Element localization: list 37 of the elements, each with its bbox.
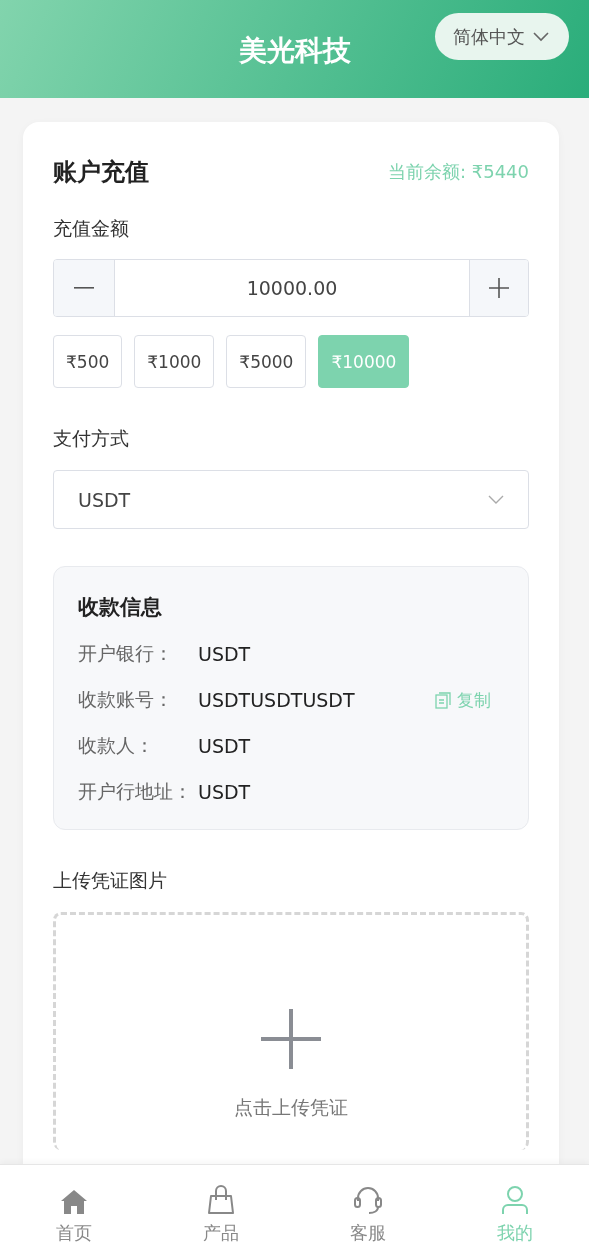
plus-icon [489, 278, 509, 298]
payment-select[interactable]: USDT [53, 470, 529, 529]
upload-area[interactable]: 点击上传凭证 [53, 912, 529, 1150]
field-label: 充值金额 [53, 216, 130, 241]
user-icon [501, 1185, 530, 1215]
plus-icon [261, 1009, 321, 1069]
minus-icon [74, 287, 94, 289]
headset-icon [353, 1185, 384, 1215]
info-label: 收款账号： [78, 687, 174, 712]
info-label: 开户银行： [78, 641, 174, 666]
field-label: 上传凭证图片 [53, 868, 168, 893]
language-selector[interactable]: 简体中文 [435, 13, 569, 60]
amount-field[interactable]: 10000.00 [53, 259, 529, 317]
amount-preset[interactable]: ₹5000 [226, 335, 307, 388]
upload-hint: 点击上传凭证 [234, 1095, 348, 1120]
nav-tab[interactable]: 产品 [147, 1165, 295, 1259]
app-title: 美光科技 [238, 33, 351, 69]
info-value: USDT [198, 781, 252, 803]
nav-tab[interactable]: 客服 [294, 1165, 442, 1259]
field-label: 支付方式 [53, 426, 130, 451]
increment-button[interactable] [469, 260, 528, 316]
copy-icon [435, 691, 451, 709]
nav-tab[interactable]: 首页 [0, 1165, 148, 1259]
balance-text: 当前余额: ₹5440 [387, 160, 529, 184]
chevron-down-icon [533, 31, 549, 42]
info-label: 收款人： [78, 733, 155, 758]
amount-preset[interactable]: ₹1000 [134, 335, 215, 388]
info-value: USDT [198, 735, 252, 757]
panel-title: 收款信息 [78, 594, 163, 621]
info-label: 开户行地址： [78, 779, 193, 804]
info-value: USDTUSDTUSDT [198, 689, 356, 711]
amount-preset[interactable]: ₹500 [53, 335, 123, 388]
chevron-down-icon [488, 495, 504, 504]
shopping-bag-icon [206, 1185, 235, 1215]
home-icon [59, 1189, 88, 1215]
info-value: USDT [198, 643, 252, 665]
card-title: 账户充值 [53, 157, 149, 188]
